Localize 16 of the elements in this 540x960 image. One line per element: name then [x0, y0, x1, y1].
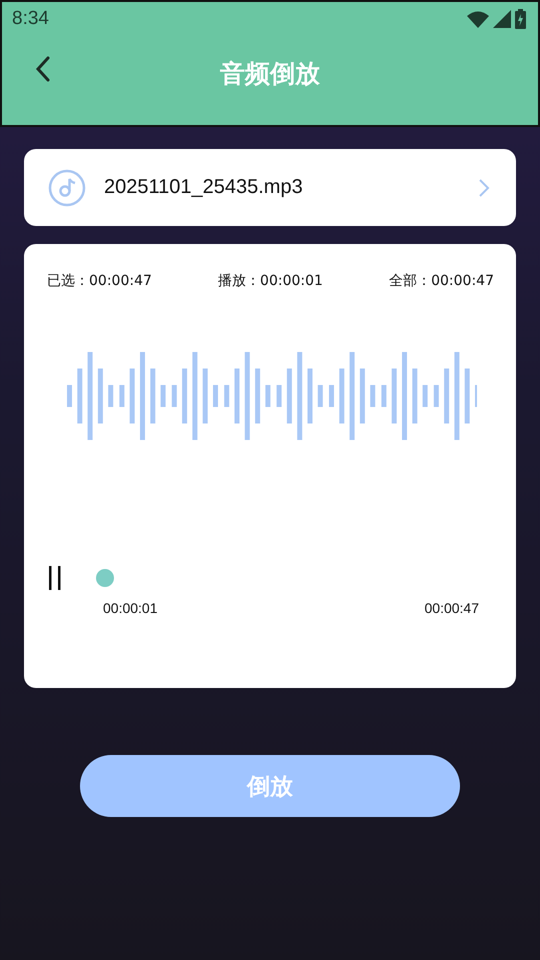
file-selector[interactable]: 20251101_25435.mp3	[24, 149, 516, 226]
screen-title: 音频倒放	[220, 58, 320, 90]
info-text: 已选：00:00:47	[47, 272, 152, 290]
slider-thumb[interactable]	[96, 569, 114, 587]
status-time: 8:34	[12, 8, 50, 30]
current-time: 00:00:01	[103, 600, 158, 616]
pause-icon[interactable]	[47, 566, 63, 590]
music-note-icon	[48, 168, 86, 206]
wifi-icon	[467, 10, 489, 28]
info-text: 全部：00:00:47	[389, 272, 494, 290]
battery-icon	[515, 9, 526, 29]
info-text: 播放：00:00:01	[218, 272, 323, 290]
file-name: 20251101_25435.mp3	[104, 176, 304, 199]
chevron-right-icon	[478, 178, 490, 198]
total-time: 00:00:47	[424, 600, 479, 616]
signal-icon	[493, 10, 511, 28]
